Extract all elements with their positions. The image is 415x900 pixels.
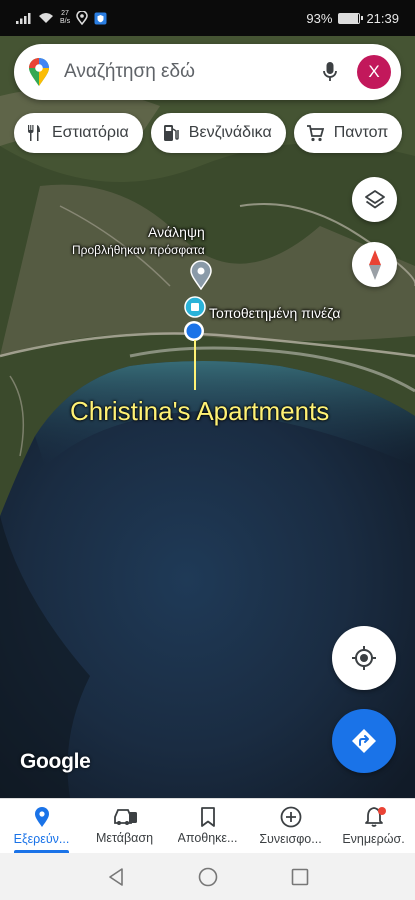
chip-gas-stations[interactable]: Βενζινάδικα (150, 113, 286, 153)
place-label[interactable]: Ανάληψη (148, 224, 205, 240)
battery-percent: 93% (306, 10, 333, 26)
nav-label: Αποθηκε... (177, 831, 238, 845)
system-navigation-bar (0, 853, 415, 900)
search-input[interactable]: Αναζήτηση εδώ (64, 61, 313, 83)
recents-icon[interactable] (291, 868, 309, 886)
compass-button[interactable] (352, 242, 397, 287)
layers-icon (364, 189, 385, 208)
nav-saved[interactable]: Αποθηκε... (166, 799, 249, 853)
nav-explore[interactable]: Εξερεύν... (0, 799, 83, 853)
crosshair-icon (352, 646, 376, 670)
search-bar[interactable]: Αναζήτηση εδώ X (14, 44, 401, 100)
recently-viewed-label: Προβλήθηκαν πρόσφατα (72, 243, 205, 257)
nav-contribute[interactable]: Συνεισφο... (249, 799, 332, 853)
nav-label: Μετάβαση (95, 831, 154, 845)
nav-updates[interactable]: Ενημερώσ. (332, 799, 415, 853)
network-speed-unit: B/s (60, 18, 71, 25)
chip-label: Βενζινάδικα (188, 124, 272, 141)
nav-go[interactable]: Μετάβαση (83, 799, 166, 853)
directions-button[interactable] (332, 709, 396, 773)
network-speed-value: 27 (61, 10, 69, 17)
restaurant-icon (28, 125, 40, 141)
account-avatar[interactable]: X (357, 55, 391, 89)
recent-place-marker[interactable] (190, 260, 212, 290)
bottom-navigation: Εξερεύν... Μετάβαση Αποθηκε... Συνεισφο.… (0, 798, 415, 853)
dropped-pin-label[interactable]: Τοποθετημένη πινέζα (209, 305, 341, 321)
wifi-icon (39, 13, 53, 23)
location-status-icon (76, 11, 88, 25)
google-logo: Google (20, 750, 91, 773)
notification-dot (377, 807, 386, 815)
shopping-cart-icon (306, 125, 324, 142)
back-icon[interactable] (107, 867, 125, 887)
nav-label: Εξερεύν... (13, 832, 70, 846)
explore-pin-icon (34, 807, 49, 827)
signal-icon (16, 13, 31, 24)
mic-icon[interactable] (313, 55, 347, 89)
bookmark-icon (200, 807, 215, 827)
dropped-pin-marker[interactable] (184, 296, 206, 318)
chip-label: Εστιατόρια (52, 124, 129, 141)
add-circle-icon (280, 806, 301, 828)
gas-station-icon (163, 125, 179, 141)
chip-groceries[interactable]: Παντοπ (293, 113, 403, 153)
clock: 21:39 (366, 10, 399, 26)
home-icon[interactable] (198, 867, 218, 887)
directions-icon (352, 729, 376, 753)
nav-label: Ενημερώσ. (342, 832, 405, 846)
network-speed: 27 B/s (60, 10, 70, 26)
status-left: 27 B/s (16, 10, 107, 26)
status-bar: 27 B/s 93% 21:39 (0, 0, 415, 36)
maps-pin-logo-icon (29, 58, 49, 86)
battery-fill (339, 13, 359, 23)
battery-icon (338, 12, 364, 24)
status-right: 93% 21:39 (306, 11, 399, 26)
chip-label: Παντοπ (333, 124, 389, 141)
apartment-annotation: Christina's Apartments (70, 396, 330, 426)
shield-icon (94, 12, 107, 24)
my-location-button[interactable] (332, 626, 396, 690)
annotation-pointer-line (194, 340, 196, 390)
chip-restaurants[interactable]: Εστιατόρια (14, 113, 143, 153)
category-chips: Εστιατόρια Βενζινάδικα Παντοπ (14, 113, 403, 153)
nav-label: Συνεισφο... (259, 832, 322, 846)
car-icon (113, 809, 137, 825)
layers-button[interactable] (352, 177, 397, 222)
compass-icon (368, 249, 381, 280)
